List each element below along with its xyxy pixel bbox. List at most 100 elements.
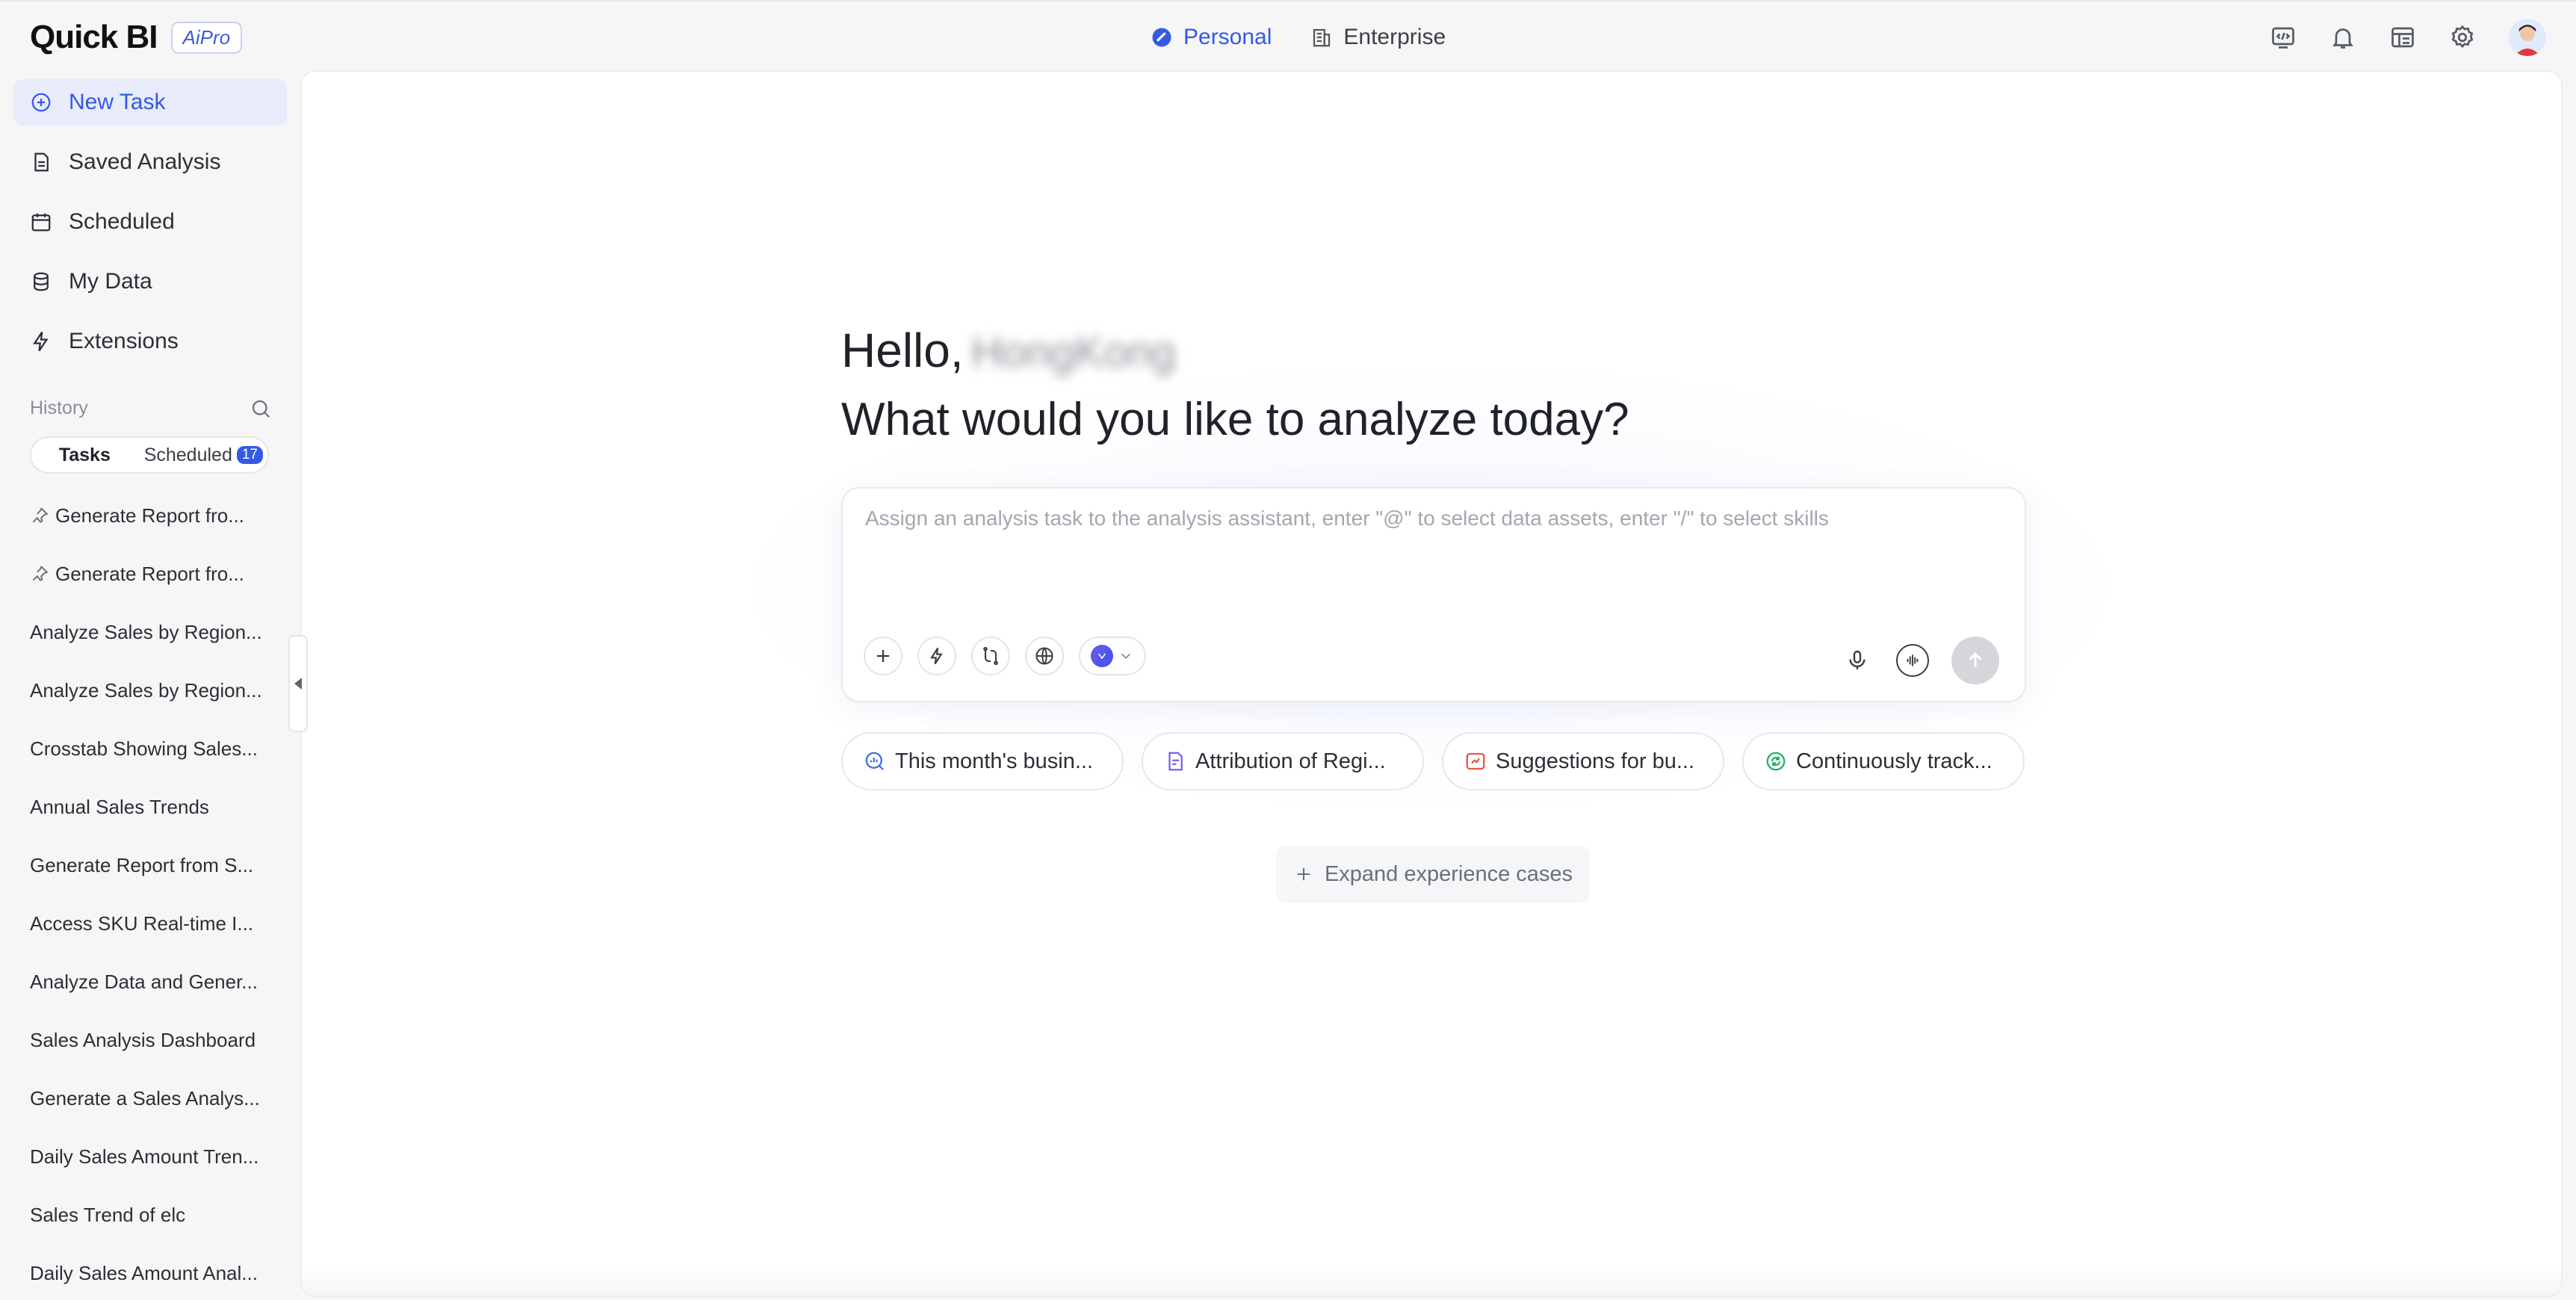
gear-icon[interactable] [2449, 24, 2476, 51]
history-item-label: Daily Sales Amount Anal... [30, 1261, 258, 1284]
suggestion-label: Attribution of Regi... [1195, 749, 1386, 773]
nav-scheduled[interactable]: Scheduled [13, 199, 287, 245]
workflow-icon [983, 646, 998, 666]
history-segmented-control: Tasks Scheduled 17 [30, 436, 269, 474]
nav-scheduled-label: Scheduled [69, 209, 175, 234]
collapse-arrow-icon [294, 678, 302, 690]
mode-personal-label: Personal [1183, 25, 1272, 49]
input-tools-right [1841, 637, 1999, 684]
mode-switch: Personal Enterprise [1151, 19, 1446, 55]
arrow-up-icon [1969, 652, 1982, 667]
workflow-button[interactable] [971, 637, 1010, 675]
pin-icon [32, 566, 49, 581]
chat-chart-icon [865, 752, 885, 771]
suggestion-chip[interactable]: This month's busin... [841, 732, 1124, 790]
expand-cases-button[interactable]: Expand experience cases [1276, 846, 1590, 903]
nav-extensions[interactable]: Extensions [13, 318, 287, 365]
web-search-button[interactable] [1025, 637, 1064, 675]
globe-icon [1035, 647, 1053, 665]
calendar-icon [31, 213, 51, 232]
suggestion-label: This month's busin... [895, 749, 1094, 773]
nav-extensions-label: Extensions [69, 329, 179, 353]
history-item-label: Generate Report from S... [30, 853, 254, 876]
aipro-badge: AiPro [170, 21, 243, 54]
sidebar: New Task Saved Analysis Scheduled My Dat… [0, 72, 299, 1300]
tab-scheduled-label: Scheduled [143, 444, 232, 465]
history-item[interactable]: Analyze Sales by Region... [30, 614, 276, 650]
plus-icon [1297, 867, 1310, 881]
history-item[interactable]: Generate Report fro... [30, 498, 276, 533]
add-attachment-button[interactable] [864, 637, 902, 675]
model-selector[interactable] [1079, 637, 1146, 675]
tab-scheduled[interactable]: Scheduled 17 [144, 440, 263, 470]
task-input-box [841, 487, 2026, 702]
suggestion-chip[interactable]: Continuously track... [1742, 732, 2025, 790]
mode-enterprise[interactable]: Enterprise [1310, 25, 1446, 50]
refresh-icon [1766, 752, 1786, 771]
history-item-label: Generate Report fro... [55, 504, 244, 527]
history-item[interactable]: Analyze Sales by Region... [30, 672, 276, 708]
lightning-icon [33, 331, 49, 352]
history-item[interactable]: Annual Sales Trends [30, 789, 276, 825]
history-item-label: Analyze Sales by Region... [30, 678, 262, 702]
input-tools-left [864, 637, 1146, 675]
code-icon[interactable] [2270, 24, 2297, 51]
history-item[interactable]: Daily Sales Amount Anal... [30, 1255, 276, 1291]
history-item[interactable]: Daily Sales Amount Tren... [30, 1139, 276, 1174]
pin-icon [32, 507, 49, 523]
send-button[interactable] [1951, 637, 1999, 684]
database-icon [34, 272, 49, 291]
history-item-label: Annual Sales Trends [30, 795, 209, 818]
chevron-down-icon [1121, 653, 1131, 660]
history-item[interactable]: Access SKU Real-time I... [30, 906, 276, 941]
history-item[interactable]: Sales Analysis Dashboard [30, 1022, 276, 1058]
plus-circle-icon [31, 93, 51, 112]
history-item-label: Generate Report fro... [55, 562, 244, 585]
avatar[interactable] [2509, 19, 2546, 56]
history-item[interactable]: Sales Trend of elc [30, 1197, 276, 1233]
nav-saved-analysis-label: Saved Analysis [69, 149, 221, 174]
mode-personal[interactable]: Personal [1151, 25, 1272, 50]
greeting: Hello, HongKong [841, 323, 1176, 378]
history-item[interactable]: Crosstab Showing Sales... [30, 731, 276, 767]
tab-tasks[interactable]: Tasks [36, 440, 134, 470]
history-item[interactable]: Generate Report from S... [30, 847, 276, 883]
skills-button[interactable] [917, 637, 956, 675]
suggestion-chip[interactable]: Suggestions for bu... [1442, 732, 1724, 790]
nav-my-data-label: My Data [69, 269, 152, 294]
logo[interactable]: Quick BI AiPro [30, 19, 243, 55]
building-icon [1313, 28, 1331, 47]
logo-text: Quick BI [30, 19, 158, 55]
history-item[interactable]: Analyze Data and Gener... [30, 964, 276, 1000]
history-item-label: Access SKU Real-time I... [30, 911, 254, 935]
history-item-label: Sales Analysis Dashboard [30, 1028, 256, 1051]
task-input[interactable] [865, 507, 2001, 581]
mode-enterprise-label: Enterprise [1343, 25, 1446, 49]
history-item-label: Analyze Data and Gener... [30, 970, 258, 993]
page-title: What would you like to analyze today? [841, 394, 1629, 445]
nav-saved-analysis[interactable]: Saved Analysis [13, 139, 287, 185]
history-item[interactable]: Generate a Sales Analys... [30, 1080, 276, 1116]
user-name: HongKong [970, 328, 1176, 377]
history-item[interactable]: Generate Report fro... [30, 556, 276, 592]
history-item-label: Crosstab Showing Sales... [30, 737, 258, 760]
expand-cases-label: Expand experience cases [1324, 861, 1573, 886]
document-icon [34, 152, 49, 172]
history-item-label: Sales Trend of elc [30, 1203, 186, 1226]
top-icons [2270, 18, 2546, 57]
suggestion-label: Continuously track... [1796, 749, 1993, 773]
suggestion-chip[interactable]: Attribution of Regi... [1142, 732, 1424, 790]
top-bar: Quick BI AiPro Personal Enterprise [0, 0, 2576, 72]
history-item-label: Analyze Sales by Region... [30, 620, 262, 643]
greeting-prefix: Hello, [841, 324, 964, 377]
voice-wave-icon[interactable] [1896, 644, 1929, 677]
scheduled-count-badge: 17 [236, 446, 263, 464]
search-icon[interactable] [250, 397, 272, 420]
nav-my-data[interactable]: My Data [13, 259, 287, 305]
sidebar-collapse-handle[interactable] [288, 635, 308, 732]
bell-icon[interactable] [2329, 24, 2356, 51]
nav-new-task[interactable]: New Task [13, 79, 287, 126]
dashboard-icon[interactable] [2389, 24, 2416, 51]
microphone-icon[interactable] [1841, 644, 1874, 677]
history-label: History [30, 397, 88, 418]
